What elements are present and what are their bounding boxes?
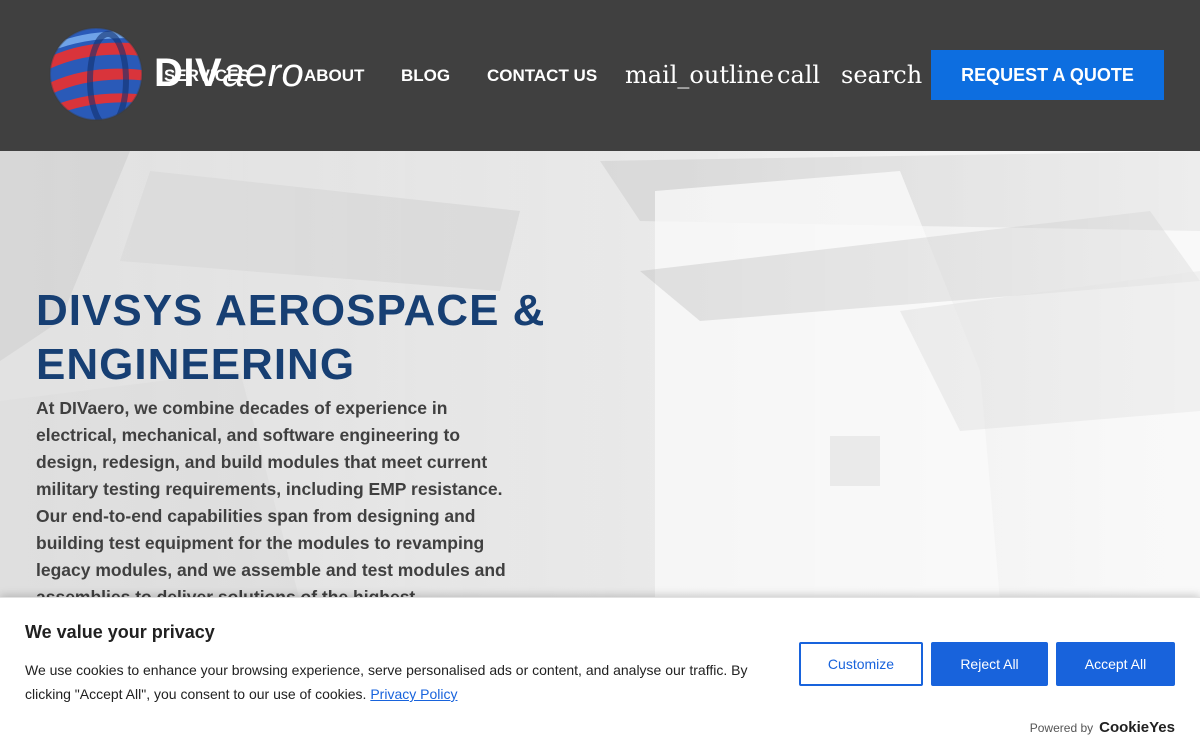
customize-button[interactable]: Customize <box>799 642 923 686</box>
hero-title-line2: ENGINEERING <box>36 340 356 389</box>
nav-blog[interactable]: BLOG <box>401 66 450 86</box>
powered-by: Powered by CookieYes <box>1030 719 1175 736</box>
cookieyes-logo[interactable]: CookieYes <box>1099 719 1175 736</box>
site-header: DIVaero SERVICES ABOUT BLOG CONTACT US m… <box>0 0 1200 151</box>
request-quote-button[interactable]: REQUEST A QUOTE <box>931 50 1164 100</box>
nav-about[interactable]: ABOUT <box>304 66 364 86</box>
mail-icon[interactable]: mail_outline <box>625 61 774 89</box>
hero-title-line1: DIVSYS AEROSPACE & <box>36 286 546 335</box>
cookie-title: We value your privacy <box>25 622 215 642</box>
privacy-policy-link[interactable]: Privacy Policy <box>370 686 457 702</box>
cookie-description: We use cookies to enhance your browsing … <box>25 658 765 706</box>
hero-section: DIVSYS AEROSPACE & ENGINEERING At DIVaero… <box>0 151 1200 601</box>
nav-contact-us[interactable]: CONTACT US <box>487 66 597 86</box>
hero-description: At DIVaero, we combine decades of experi… <box>36 398 506 601</box>
powered-by-label: Powered by <box>1029 720 1094 735</box>
hero-title: DIVSYS AEROSPACE & ENGINEERING <box>36 284 656 392</box>
reject-all-button[interactable]: Reject All <box>931 642 1048 686</box>
cookie-consent-banner: We value your privacy We use cookies to … <box>0 597 1200 751</box>
nav-services[interactable]: SERVICES <box>164 66 250 86</box>
call-icon[interactable]: call <box>777 61 820 89</box>
globe-logo-icon <box>49 27 143 121</box>
accept-all-button[interactable]: Accept All <box>1056 642 1175 686</box>
search-icon[interactable]: search <box>841 61 922 89</box>
